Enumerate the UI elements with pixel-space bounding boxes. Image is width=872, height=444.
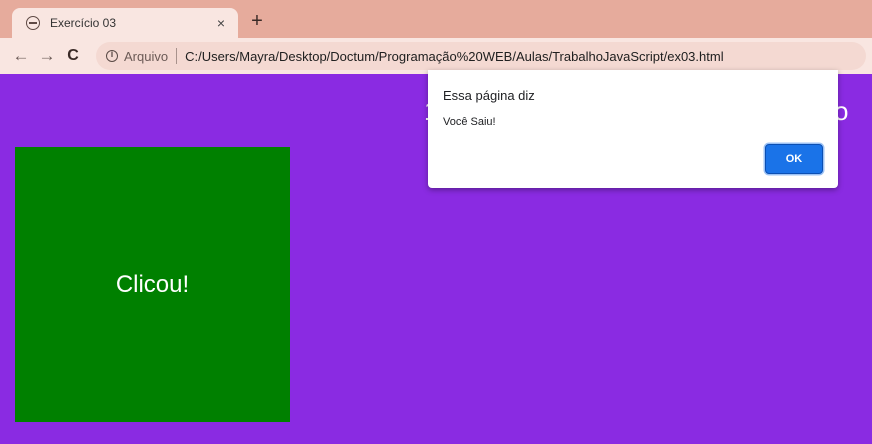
dialog-title: Essa página diz — [443, 88, 535, 103]
reload-button[interactable]: C — [60, 43, 86, 69]
browser-toolbar: ← → C Arquivo C:/Users/Mayra/Desktop/Doc… — [0, 38, 872, 74]
tab-title: Exercício 03 — [50, 16, 117, 30]
globe-icon — [26, 16, 40, 30]
alert-dialog: Essa página diz Você Saiu! OK — [428, 70, 838, 188]
url-text[interactable]: C:/Users/Mayra/Desktop/Doctum/Programaçã… — [185, 49, 724, 64]
tab-close-icon[interactable]: × — [212, 15, 230, 31]
divider — [176, 48, 178, 64]
security-label[interactable]: Arquivo — [124, 49, 168, 64]
browser-tab[interactable]: Exercício 03 × — [12, 8, 238, 38]
forward-button[interactable]: → — [34, 43, 60, 69]
dialog-message: Você Saiu! — [443, 116, 496, 128]
info-icon[interactable] — [106, 49, 118, 62]
back-button[interactable]: ← — [8, 43, 34, 69]
address-bar[interactable]: Arquivo C:/Users/Mayra/Desktop/Doctum/Pr… — [96, 42, 866, 70]
tab-strip: Exercício 03 × + — [0, 0, 872, 38]
new-tab-button[interactable]: + — [246, 10, 268, 32]
click-box[interactable]: Clicou! — [15, 147, 290, 422]
ok-button[interactable]: OK — [765, 144, 823, 174]
click-box-label: Clicou! — [115, 270, 190, 298]
